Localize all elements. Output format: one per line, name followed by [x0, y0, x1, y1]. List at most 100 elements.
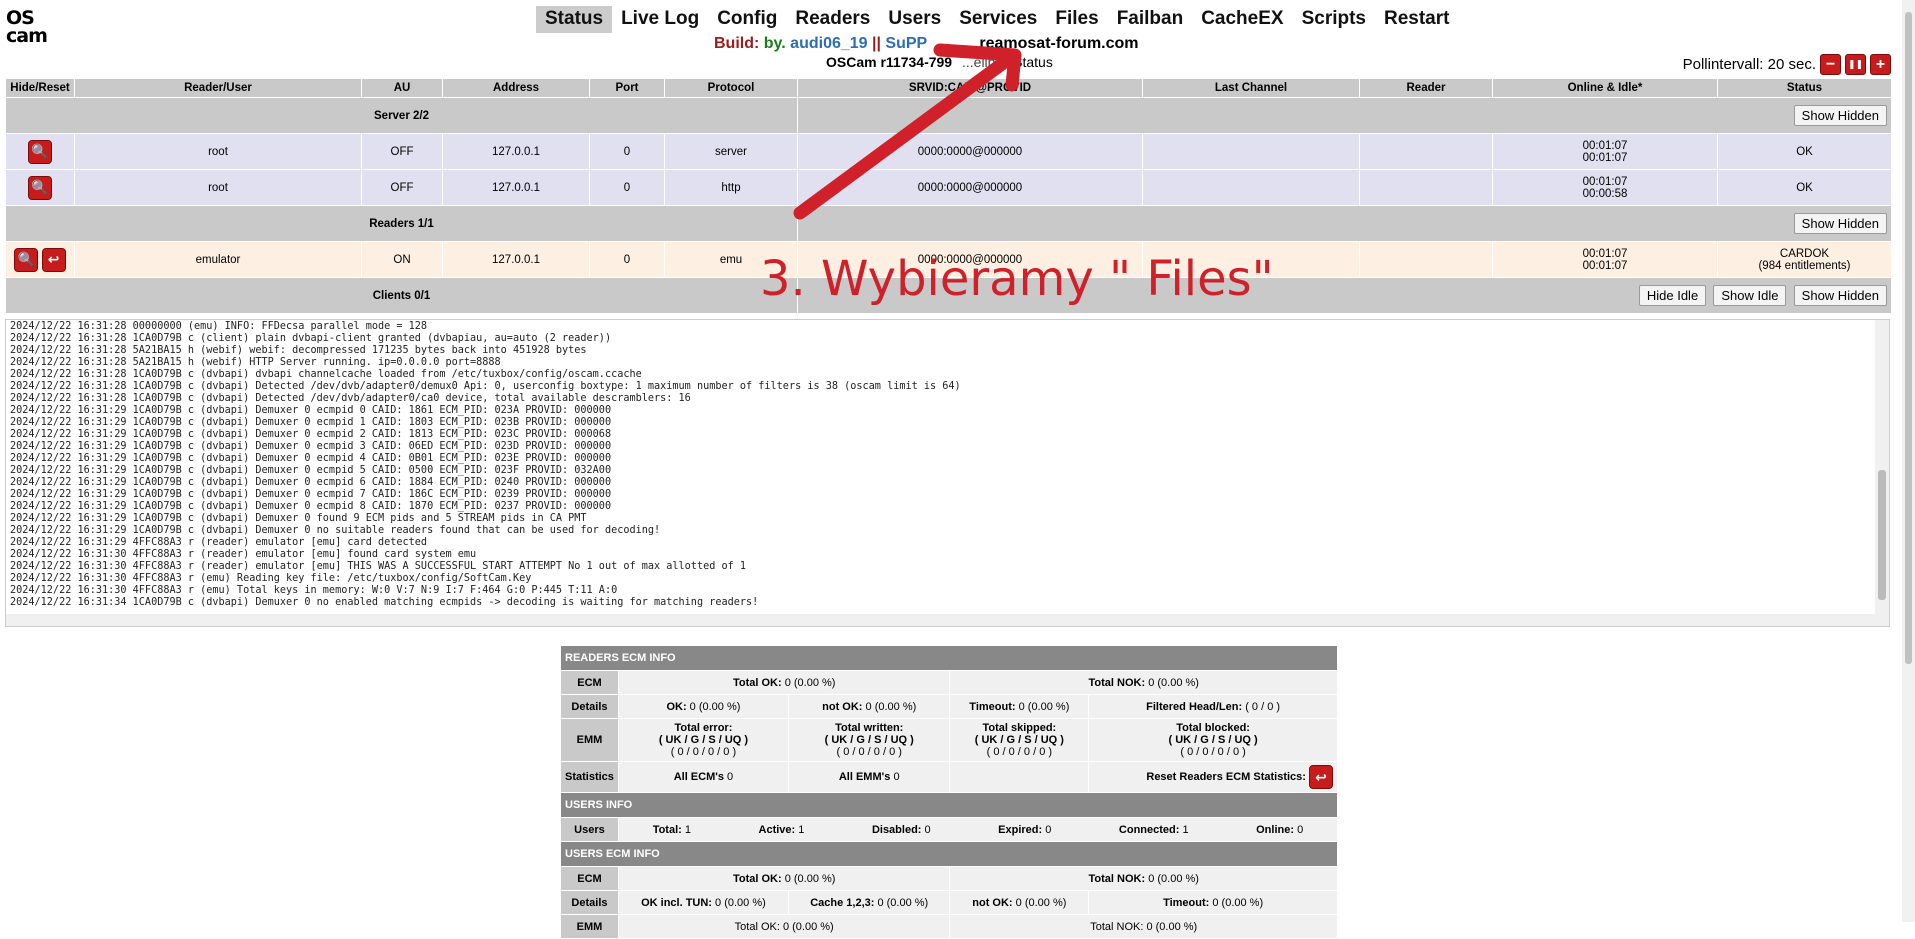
nav-cacheex[interactable]: CacheEX [1192, 6, 1292, 33]
build-sep: || [872, 35, 881, 52]
ok-label: OK: [666, 700, 687, 713]
clients-show-hidden-button[interactable]: Show Hidden [1793, 285, 1887, 306]
zoom-icon[interactable]: 🔍 [28, 175, 52, 200]
nav-config[interactable]: Config [708, 6, 786, 33]
main-nav: Status Live Log Config Readers Users Ser… [536, 6, 1458, 33]
cell-user: root [74, 133, 362, 170]
reset-stats-icon[interactable]: ↩ [1309, 765, 1333, 789]
online-time: 00:01:07 [1582, 247, 1628, 260]
col-status: Status [1717, 78, 1892, 98]
total-written-label: Total written: [835, 722, 904, 734]
reset-stats-label: Reset Readers ECM Statistics: [1146, 770, 1306, 783]
zero-line: ( 0 / 0 / 0 / 0 ) [1180, 746, 1246, 758]
logo-line2: cam [6, 25, 48, 47]
subline-status: Status [1013, 54, 1053, 70]
users-info-header: USERS INFO [560, 792, 1338, 818]
idle-time: 00:01:07 [1582, 151, 1628, 164]
users-emm-label: EMM [560, 914, 619, 939]
cell-port: 0 [589, 133, 665, 170]
users-emm-total-ok: Total OK: 0 (0.00 %) [617, 914, 951, 939]
total-error-label: Total error: [674, 722, 733, 734]
annotation-text: 3. Wybieramy " Files" [760, 251, 1274, 307]
col-last-channel: Last Channel [1142, 78, 1360, 98]
users-total-ok-value: 0 (0.00 %) [784, 872, 836, 885]
server-show-hidden-button[interactable]: Show Hidden [1793, 105, 1887, 126]
col-reader-user: Reader/User [74, 78, 362, 98]
log-scroll-thumb[interactable] [1878, 470, 1886, 600]
cell-au: ON [361, 241, 443, 278]
poll-interval: Pollintervall: 20 sec. − ❚❚ + [1683, 54, 1891, 75]
cell-online-idle: 00:01:07 00:01:07 [1492, 241, 1718, 278]
details-label: Details [560, 694, 619, 719]
page-scrollbar[interactable] [1902, 0, 1915, 922]
readers-group-label: Readers 1/1 [5, 205, 798, 242]
users-not-ok-label: not OK: [972, 896, 1013, 909]
reset-icon[interactable]: ↩ [41, 247, 66, 272]
cell-address: 127.0.0.1 [442, 133, 590, 170]
build-label: Build: [714, 35, 760, 52]
live-log-panel[interactable]: 2024/12/22 16:31:28 00000000 (emu) INFO:… [5, 319, 1890, 627]
log-text: 2024/12/22 16:31:28 00000000 (emu) INFO:… [10, 321, 961, 608]
poll-minus-button[interactable]: − [1820, 54, 1841, 75]
users-ecm-info-header: USERS ECM INFO [560, 841, 1338, 867]
filtered-label: Filtered Head/Len: [1146, 700, 1243, 713]
entitlements-text[interactable]: (984 entitlements) [1721, 260, 1888, 272]
readers-show-hidden-button[interactable]: Show Hidden [1793, 213, 1887, 234]
users-ecm-label: ECM [560, 866, 619, 891]
build-info: Build: by. audi06_19 || SuPP reamosat-fo… [714, 35, 1139, 53]
users-expired-value: 0 [1045, 823, 1052, 836]
users-connected-value: 1 [1182, 823, 1189, 836]
cache-label: Cache 1,2,3: [810, 896, 875, 909]
log-horizontal-scrollbar[interactable] [6, 614, 1889, 626]
cell-status: OK [1717, 133, 1892, 170]
nav-live-log[interactable]: Live Log [612, 6, 708, 33]
users-total-value: 1 [684, 823, 691, 836]
col-hide-reset: Hide/Reset [5, 78, 75, 98]
poll-pause-button[interactable]: ❚❚ [1845, 54, 1866, 75]
col-au: AU [361, 78, 443, 98]
nav-restart[interactable]: Restart [1375, 6, 1458, 33]
build-site[interactable]: reamosat-forum.com [979, 35, 1138, 52]
page-scroll-thumb[interactable] [1905, 12, 1912, 664]
cell-user: root [74, 169, 362, 206]
clients-group-label: Clients 0/1 [5, 277, 798, 314]
nav-files[interactable]: Files [1046, 6, 1107, 33]
nav-services[interactable]: Services [950, 6, 1046, 33]
zoom-icon[interactable]: 🔍 [28, 139, 52, 164]
users-disabled-value: 0 [924, 823, 931, 836]
subline-mid: ...eline [961, 54, 1004, 70]
cell-address: 127.0.0.1 [442, 241, 590, 278]
timeout-value: 0 (0.00 %) [1018, 700, 1070, 713]
show-idle-button[interactable]: Show Idle [1713, 285, 1787, 306]
col-port: Port [589, 78, 665, 98]
ecm-label: ECM [560, 670, 619, 695]
cell-protocol: server [664, 133, 798, 170]
nav-failban[interactable]: Failban [1108, 6, 1193, 33]
not-ok-label: not OK: [822, 700, 863, 713]
poll-plus-button[interactable]: + [1870, 54, 1891, 75]
zero-line: ( 0 / 0 / 0 / 0 ) [670, 746, 737, 758]
users-total-nok-label: Total NOK: [1088, 872, 1146, 885]
zoom-icon[interactable]: 🔍 [14, 247, 39, 272]
idle-time: 00:01:07 [1582, 259, 1628, 272]
cell-status: OK [1717, 169, 1892, 206]
version-line: OSCam r11734-799 ...eline Status [826, 54, 1053, 70]
log-vertical-scrollbar[interactable] [1875, 320, 1889, 626]
readers-group-row: Readers 1/1 Show Hidden [5, 205, 1892, 242]
cell-reader [1359, 169, 1493, 206]
all-emms-label: All EMM's [838, 771, 891, 783]
uk-line: ( UK / G / S / UQ ) [658, 734, 749, 746]
idle-time: 00:00:58 [1582, 187, 1628, 200]
cell-user: emulator [74, 241, 362, 278]
users-label: Users [560, 817, 619, 842]
cell-au: OFF [361, 169, 443, 206]
nav-users[interactable]: Users [879, 6, 950, 33]
nav-status[interactable]: Status [536, 6, 613, 33]
users-details-label: Details [560, 890, 619, 915]
nav-scripts[interactable]: Scripts [1293, 6, 1375, 33]
total-blocked-label: Total blocked: [1176, 722, 1250, 734]
nav-readers[interactable]: Readers [786, 6, 879, 33]
hide-idle-button[interactable]: Hide Idle [1638, 285, 1707, 306]
readers-ecm-info-header: READERS ECM INFO [560, 645, 1338, 671]
cell-port: 0 [589, 241, 665, 278]
